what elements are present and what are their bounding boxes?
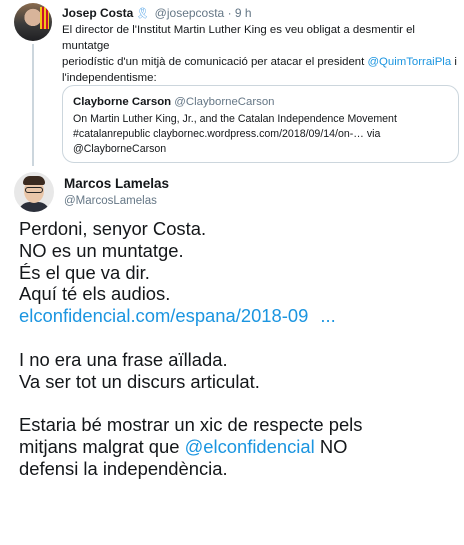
mention-link-elconfidencial[interactable]: @elconfidencial [185, 436, 315, 457]
quoted-tweet-card[interactable]: Clayborne Carson @ClayborneCarson On Mar… [62, 85, 459, 163]
tweet-line: És el que va dir. [19, 261, 150, 283]
parent-tweet[interactable]: Josep Costa 🎗 @josepcosta · 9 h El direct… [0, 0, 464, 168]
parent-text-line: l'independentisme: [62, 72, 157, 84]
tweet-line: mitjans malgrat que @elconfidencial NO [19, 436, 459, 458]
quoted-text-line: On Martin Luther King, Jr., and the Cata… [73, 113, 397, 125]
parent-tweet-timestamp[interactable]: 9 h [235, 6, 252, 20]
main-author-handle[interactable]: @MarcosLamelas [64, 194, 157, 208]
elconfidencial-url-link[interactable]: elconfidencial.com/espana/2018-09 [19, 305, 308, 326]
marcos-lamelas-avatar[interactable] [14, 172, 54, 212]
tweet-text-segment: mitjans malgrat que [19, 435, 185, 457]
yellow-ribbon-icon: 🎗 [135, 8, 150, 20]
avatar-glasses [25, 187, 43, 193]
parent-tweet-header: Josep Costa 🎗 @josepcosta · 9 h [62, 6, 252, 21]
tweet-line: NO es un muntatge. [19, 239, 184, 261]
tweet-text-segment: NO [314, 435, 348, 457]
quoted-author-name[interactable]: Clayborne Carson [73, 96, 171, 108]
tweet-line: Aquí té els audios. [19, 283, 171, 305]
parent-text-line: periodístic d'un mitjà de comunicació pe… [62, 54, 457, 70]
main-author-name[interactable]: Marcos Lamelas [64, 176, 169, 192]
josep-costa-avatar[interactable] [14, 3, 52, 41]
parent-author-handle[interactable]: @josepcosta [155, 6, 225, 20]
tweet-line: I no era una frase aïllada. [19, 348, 228, 370]
header-separator: · [227, 6, 232, 20]
thread-connector-line [32, 44, 34, 166]
main-tweet-text: Perdoni, senyor Costa. NO es un muntatge… [19, 218, 459, 480]
estelada-flag-icon [40, 7, 49, 29]
parent-author-name[interactable]: Josep Costa [62, 6, 133, 20]
quoted-tweet-text: On Martin Luther King, Jr., and the Cata… [73, 112, 448, 157]
link-ellipsis[interactable]: ... [320, 305, 335, 326]
quoted-author-handle[interactable]: @ClayborneCarson [174, 96, 274, 108]
parent-text-segment: periodístic d'un mitjà de comunicació pe… [62, 56, 368, 68]
parent-tweet-text: El director de l'Institut Martin Luther … [62, 22, 457, 86]
quoted-text-line: @ClayborneCarson [73, 143, 167, 155]
parent-text-line: El director de l'Institut Martin Luther … [62, 24, 415, 52]
quoted-tweet-header: Clayborne Carson @ClayborneCarson [73, 95, 448, 110]
tweet-line: Perdoni, senyor Costa. [19, 218, 207, 239]
quoted-text-line: #catalanrepublic claybornec.wordpress.co… [73, 128, 381, 140]
tweet-line: Estaria bé mostrar un xic de respecte pe… [19, 414, 363, 436]
tweet-line: defensi la independència. [19, 457, 228, 479]
tweet-line-link: elconfidencial.com/espana/2018-09... [19, 305, 459, 327]
parent-text-segment: i [451, 56, 457, 68]
avatar-hair [23, 176, 45, 185]
tweet-line: Va ser tot un discurs articulat. [19, 370, 260, 392]
mention-link-quimtorraipla[interactable]: @QuimTorraiPla [367, 56, 451, 68]
avatar-shirt [18, 202, 50, 212]
